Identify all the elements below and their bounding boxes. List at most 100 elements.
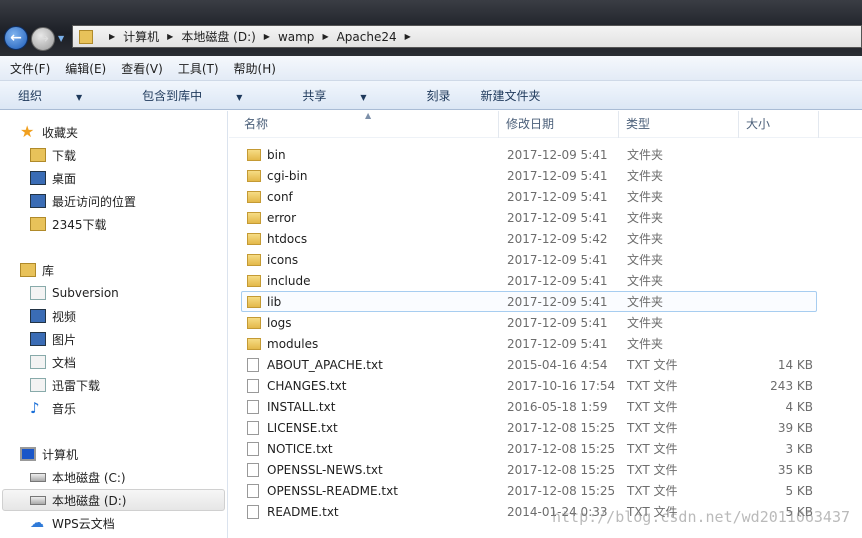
file-row[interactable]: include 2017-12-09 5:41 文件夹 [241,270,817,291]
menu-edit[interactable]: 编辑(E) [65,60,106,77]
file-name: conf [267,190,293,204]
menu-file[interactable]: 文件(F) [10,60,50,77]
file-row[interactable]: INSTALL.txt 2016-05-18 1:59 TXT 文件 4 KB [241,396,817,417]
column-header-type[interactable]: 类型 [619,111,739,138]
breadcrumb-wamp[interactable]: wamp [278,30,314,44]
column-header-date[interactable]: 修改日期 [499,111,619,138]
file-date: 2017-12-09 5:42 [507,232,608,246]
nav-label: 收藏夹 [42,125,79,140]
file-row[interactable]: lib 2017-12-09 5:41 文件夹 [241,291,817,312]
file-name: modules [267,337,319,351]
file-date: 2017-12-09 5:41 [507,211,608,225]
folder-icon [247,212,261,224]
file-row[interactable]: logs 2017-12-09 5:41 文件夹 [241,312,817,333]
nav-drive-c[interactable]: 本地磁盘 (C:) [30,466,225,488]
file-row[interactable]: modules 2017-12-09 5:41 文件夹 [241,333,817,354]
file-name: OPENSSL-README.txt [267,484,398,498]
history-dropdown-icon[interactable]: ▼ [58,34,64,43]
chevron-right-icon[interactable]: ▶ [322,32,328,41]
video-icon [30,309,46,323]
organize-label: 组织 [18,88,43,103]
title-bar: ← → ▼ ▶ 计算机 ▶ 本地磁盘 (D:) ▶ wamp ▶ Apache2… [0,0,862,56]
share-button[interactable]: 共享 ▼ [302,87,396,104]
file-row[interactable]: conf 2017-12-09 5:41 文件夹 [241,186,817,207]
file-name: CHANGES.txt [267,379,347,393]
dropdown-arrow-icon: ▼ [236,92,243,102]
nav-label: 桌面 [52,171,77,186]
chevron-right-icon[interactable]: ▶ [405,32,411,41]
nav-videos[interactable]: 视频 [30,305,225,327]
file-row[interactable]: OPENSSL-README.txt 2017-12-08 15:25 TXT … [241,480,817,501]
forward-button[interactable]: → [31,27,55,51]
text-file-icon [247,505,259,519]
file-size: 14 KB [777,358,813,372]
nav-music[interactable]: ♪ 音乐 [30,397,225,419]
organize-button[interactable]: 组织 ▼ [18,87,112,104]
file-row[interactable]: OPENSSL-NEWS.txt 2017-12-08 15:25 TXT 文件… [241,459,817,480]
folder-icon [30,217,46,231]
address-bar[interactable]: ▶ 计算机 ▶ 本地磁盘 (D:) ▶ wamp ▶ Apache24 ▶ [72,25,862,48]
nav-desktop[interactable]: 桌面 [30,167,225,189]
file-row[interactable]: error 2017-12-09 5:41 文件夹 [241,207,817,228]
chevron-right-icon[interactable]: ▶ [167,32,173,41]
text-file-icon [247,442,259,456]
file-name: logs [267,316,292,330]
file-name: NOTICE.txt [267,442,333,456]
file-row[interactable]: CHANGES.txt 2017-10-16 17:54 TXT 文件 243 … [241,375,817,396]
file-name: bin [267,148,286,162]
nav-documents[interactable]: 文档 [30,351,225,373]
nav-2345-downloads[interactable]: 2345下载 [30,213,225,235]
menu-help[interactable]: 帮助(H) [234,60,276,77]
download-library-icon [30,378,46,392]
nav-pictures[interactable]: 图片 [30,328,225,350]
breadcrumb-computer[interactable]: 计算机 [123,28,159,45]
nav-label: Subversion [52,286,119,300]
burn-button[interactable]: 刻录 [427,87,451,104]
file-row[interactable]: NOTICE.txt 2017-12-08 15:25 TXT 文件 3 KB [241,438,817,459]
back-button[interactable]: ← [4,26,28,50]
nav-thunder-downloads[interactable]: 迅雷下载 [30,374,225,396]
menu-view[interactable]: 查看(V) [121,60,163,77]
file-row[interactable]: LICENSE.txt 2017-12-08 15:25 TXT 文件 39 K… [241,417,817,438]
recent-places-icon [30,194,46,208]
breadcrumb-apache24[interactable]: Apache24 [337,30,397,44]
file-row[interactable]: htdocs 2017-12-09 5:42 文件夹 [241,228,817,249]
include-in-library-button[interactable]: 包含到库中 ▼ [142,87,272,104]
cloud-icon: ☁ [30,515,44,531]
file-name: include [267,274,311,288]
nav-favorites[interactable]: ★ 收藏夹 [20,121,215,143]
nav-downloads[interactable]: 下载 [30,144,225,166]
nav-recent-places[interactable]: 最近访问的位置 [30,190,225,212]
chevron-right-icon[interactable]: ▶ [109,32,115,41]
menu-tools[interactable]: 工具(T) [178,60,219,77]
new-folder-button[interactable]: 新建文件夹 [481,87,541,104]
nav-label: 下载 [52,148,77,163]
file-date: 2017-12-09 5:41 [507,169,608,183]
nav-libraries[interactable]: 库 [20,259,215,281]
nav-subversion[interactable]: Subversion [30,282,225,304]
nav-label: 库 [42,263,55,278]
file-name: icons [267,253,299,267]
file-row[interactable]: bin 2017-12-09 5:41 文件夹 [241,144,817,165]
nav-computer[interactable]: 计算机 [20,443,215,465]
file-type: 文件夹 [627,148,664,162]
file-row[interactable]: icons 2017-12-09 5:41 文件夹 [241,249,817,270]
downloads-folder-icon [30,148,46,162]
folder-icon [247,275,261,287]
dropdown-arrow-icon: ▼ [360,92,367,102]
text-file-icon [247,421,259,435]
file-row[interactable]: ABOUT_APACHE.txt 2015-04-16 4:54 TXT 文件 … [241,354,817,375]
share-label: 共享 [302,88,327,103]
file-size: 243 KB [770,379,813,393]
file-name: README.txt [267,505,339,519]
folder-icon [247,170,261,182]
file-size: 35 KB [777,463,813,477]
file-row[interactable]: cgi-bin 2017-12-09 5:41 文件夹 [241,165,817,186]
include-label: 包含到库中 [142,88,203,103]
chevron-right-icon[interactable]: ▶ [264,32,270,41]
file-name: ABOUT_APACHE.txt [267,358,383,372]
breadcrumb-drive-d[interactable]: 本地磁盘 (D:) [181,28,255,45]
nav-wps-cloud[interactable]: ☁ WPS云文档 [30,512,225,534]
column-header-size[interactable]: 大小 [739,111,819,138]
nav-drive-d[interactable]: 本地磁盘 (D:) [2,489,225,511]
